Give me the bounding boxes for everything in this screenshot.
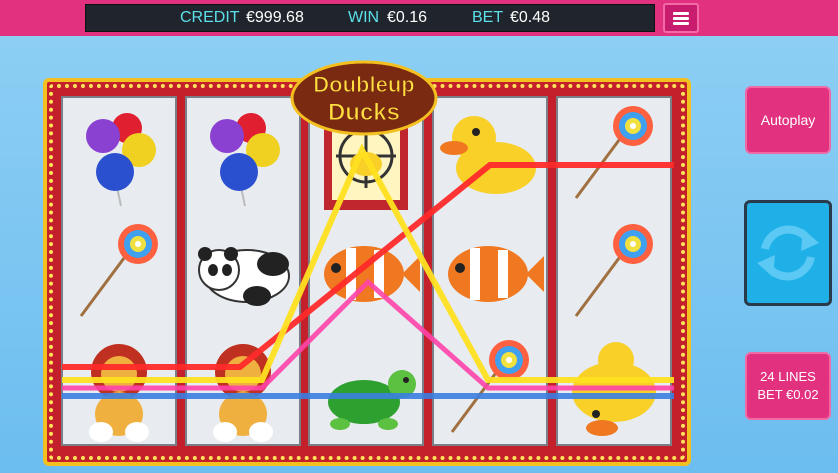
spin-button[interactable] [744,200,832,306]
bet-value: €0.48 [510,9,551,26]
turtle-icon [328,370,416,430]
lines-bet-button[interactable]: 24 LINES BET €0.02 [745,352,831,420]
credit-value: €999.68 [246,9,304,26]
spin-arrows-icon [757,225,819,281]
menu-icon-bar [673,22,689,25]
lion-plush-icon [213,344,273,442]
game-logo: Doubleup Ducks [290,60,438,136]
lines-label: 24 LINES [760,369,816,384]
menu-button[interactable] [663,3,699,33]
reel-1 [61,96,177,446]
win-label: WIN [348,9,380,26]
lollipop-icon [79,224,158,317]
autoplay-button[interactable]: Autoplay [745,86,831,154]
hud-panel: CREDIT €999.68 WIN €0.16 BET €0.48 [85,4,655,32]
rubber-duck-icon [572,342,656,436]
balloons-icon [86,113,156,207]
logo-line-2: Ducks [328,99,400,126]
line-bet-label: BET €0.02 [757,387,819,402]
reel-2 [185,96,301,446]
balloons-icon [210,113,280,207]
lollipop-icon [574,106,653,199]
clownfish-icon [324,246,420,302]
panda-plush-icon [198,247,290,306]
reel-5 [556,96,672,446]
autoplay-label: Autoplay [760,112,816,128]
menu-icon [673,12,689,15]
win-value: €0.16 [387,9,428,26]
rubber-duck-icon [440,116,536,194]
reel-4 [432,96,548,446]
reel-3 [308,96,424,446]
menu-icon-bar [673,17,689,20]
lollipop-icon [450,340,529,433]
lollipop-icon [574,224,653,317]
clownfish-icon [448,246,544,302]
lion-plush-icon [89,344,149,442]
credit-label: CREDIT [180,9,240,26]
logo-line-1: Doubleup [313,72,414,97]
bet-label: BET [472,9,504,26]
